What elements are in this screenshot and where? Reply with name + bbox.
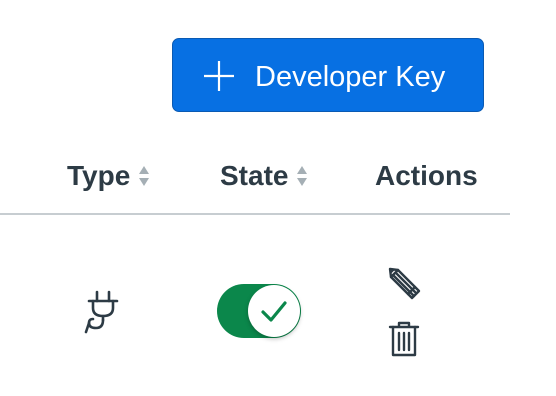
checkmark-icon: [261, 301, 287, 322]
state-toggle[interactable]: [217, 284, 303, 338]
column-header-state-label: State: [220, 160, 289, 191]
column-header-type[interactable]: Type: [67, 156, 150, 196]
plug-icon: [84, 290, 119, 334]
column-header-actions-label: Actions: [375, 160, 478, 191]
pencil-icon[interactable]: [386, 265, 422, 301]
sort-icon: [296, 165, 308, 187]
add-developer-key-label: Developer Key: [255, 61, 446, 93]
column-header-type-label: Type: [67, 160, 131, 191]
trash-icon[interactable]: [388, 321, 420, 357]
header-divider: [0, 213, 510, 215]
toggle-thumb: [248, 285, 300, 337]
plus-icon: [204, 61, 234, 91]
column-header-actions: Actions: [375, 156, 478, 196]
sort-icon: [138, 165, 150, 187]
column-header-state[interactable]: State: [220, 156, 308, 196]
add-developer-key-button[interactable]: Developer Key: [172, 38, 484, 112]
